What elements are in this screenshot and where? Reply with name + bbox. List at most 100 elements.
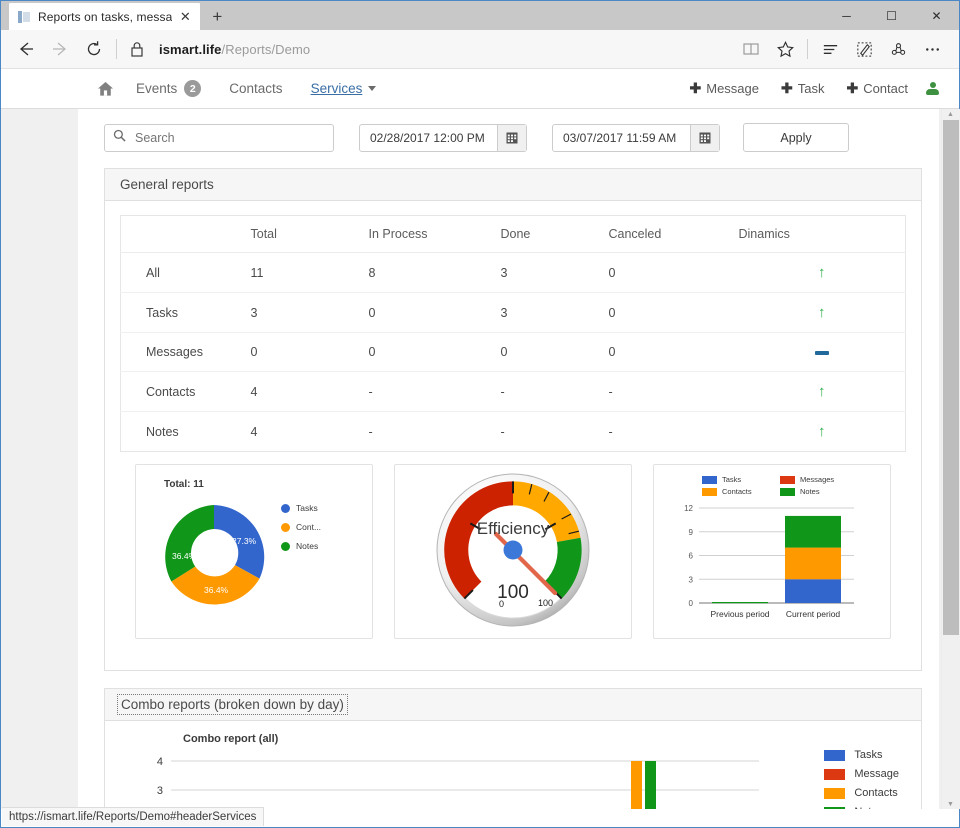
combo-reports-title[interactable]: Combo reports (broken down by day) — [120, 697, 345, 712]
table-body: All 11 8 3 0 ↑ Tasks 3 0 3 — [121, 253, 906, 452]
general-reports-table: Total In Process Done Canceled Dinamics … — [120, 215, 906, 452]
share-icon[interactable] — [881, 32, 915, 66]
search-input[interactable] — [133, 130, 325, 146]
ytick-3: 3 — [689, 575, 694, 584]
legend-item[interactable]: Contacts — [824, 787, 899, 799]
period-bar-legend: Tasks Messages — [702, 475, 862, 499]
calendar-icon[interactable] — [690, 125, 719, 151]
ytick-0: 0 — [689, 599, 694, 608]
table-row[interactable]: All 11 8 3 0 ↑ — [121, 253, 906, 293]
cell-canceled: - — [609, 412, 739, 452]
browser-tab[interactable]: Reports on tasks, messa ✕ — [9, 3, 200, 30]
legend-item[interactable]: Message — [824, 768, 899, 780]
donut-value-tasks: 27.3% — [232, 536, 257, 546]
flat-dash-icon — [815, 351, 829, 355]
add-message-button[interactable]: ✚ Message — [690, 80, 759, 97]
legend-label-notes: Notes — [296, 541, 318, 551]
add-message-label: Message — [706, 81, 759, 96]
favorite-star-icon[interactable] — [768, 32, 802, 66]
cell-canceled: 0 — [609, 253, 739, 293]
ytick-4: 4 — [157, 756, 163, 768]
apply-button[interactable]: Apply — [743, 123, 849, 152]
ytick-3: 3 — [157, 785, 163, 797]
url-text: ismart.life/Reports/Demo — [150, 42, 310, 57]
close-tab-icon[interactable]: ✕ — [176, 8, 194, 26]
legend-item[interactable]: Tasks — [281, 503, 321, 513]
arrow-up-icon: ↑ — [818, 383, 826, 400]
cell-dinamics — [739, 333, 906, 372]
hub-list-icon[interactable] — [813, 32, 847, 66]
scroll-down-icon[interactable]: ▼ — [942, 799, 959, 809]
period-bar-card: Tasks Messages — [653, 464, 891, 639]
donut-chart: 27.3% 36.4% 36.4% — [154, 497, 274, 622]
back-icon[interactable] — [9, 32, 43, 66]
col-done: Done — [501, 216, 609, 253]
legend-row: Contacts Notes — [702, 487, 862, 496]
col-name — [121, 216, 251, 253]
combo-reports-body: Combo report (all) Quantity — [105, 721, 921, 809]
reading-view-icon[interactable] — [734, 32, 768, 66]
add-task-button[interactable]: ✚ Task — [781, 80, 824, 97]
legend-item[interactable]: Tasks — [702, 475, 780, 484]
ytick-12: 12 — [684, 504, 693, 513]
legend-item[interactable]: Contacts — [702, 487, 780, 496]
plus-icon: ✚ — [781, 80, 793, 97]
table-row[interactable]: Tasks 3 0 3 0 ↑ — [121, 293, 906, 333]
legend-label-tasks: Tasks — [854, 749, 882, 761]
maximize-button[interactable]: ☐ — [869, 1, 914, 30]
user-avatar-icon[interactable] — [926, 82, 939, 95]
add-contact-button[interactable]: ✚ Contact — [846, 80, 908, 97]
cell-in-process: 0 — [369, 293, 501, 333]
legend-label-contacts: Contacts — [854, 787, 897, 799]
title-bar: Reports on tasks, messa ✕ + ─ ☐ ✕ — [1, 1, 959, 30]
general-reports-body: Total In Process Done Canceled Dinamics … — [105, 201, 921, 670]
cell-done: 3 — [501, 253, 609, 293]
table-header-row: Total In Process Done Canceled Dinamics — [121, 216, 906, 253]
events-badge: 2 — [184, 80, 201, 97]
table-row[interactable]: Notes 4 - - - ↑ — [121, 412, 906, 452]
gauge-title: Efficiency — [395, 519, 631, 539]
forward-icon[interactable] — [43, 32, 77, 66]
sidebar-item-contacts[interactable]: Contacts — [229, 81, 282, 96]
new-tab-button[interactable]: + — [200, 3, 234, 30]
search-box[interactable] — [104, 124, 334, 152]
cell-done: - — [501, 412, 609, 452]
reload-icon[interactable] — [77, 32, 111, 66]
minimize-button[interactable]: ─ — [824, 1, 869, 30]
combo-chart-legend: Tasks Message Contacts Notes — [824, 749, 899, 809]
efficiency-gauge: 0 100 — [434, 471, 592, 634]
close-window-button[interactable]: ✕ — [914, 1, 959, 30]
sidebar-item-events[interactable]: Events 2 — [136, 80, 201, 97]
table-row[interactable]: Messages 0 0 0 0 — [121, 333, 906, 372]
general-reports-title: General reports — [105, 169, 921, 201]
scroll-up-icon[interactable]: ▲ — [942, 109, 959, 119]
table-row[interactable]: Contacts 4 - - - ↑ — [121, 372, 906, 412]
xtick-previous-period: Previous period — [710, 609, 769, 619]
arrow-up-icon: ↑ — [818, 264, 826, 281]
bar-contacts-day6 — [631, 761, 642, 809]
legend-item[interactable]: Notes — [780, 487, 858, 496]
web-note-icon[interactable] — [847, 32, 881, 66]
scrollbar-thumb[interactable] — [943, 120, 959, 635]
home-icon[interactable] — [97, 81, 114, 97]
legend-item[interactable]: Tasks — [824, 749, 899, 761]
legend-item[interactable]: Notes — [281, 541, 321, 551]
ytick-6: 6 — [689, 552, 694, 561]
legend-item[interactable]: Notes — [824, 806, 899, 809]
cell-dinamics: ↑ — [739, 293, 906, 333]
site-header: Events 2 Contacts Services ✚ Message ✚ T… — [1, 69, 959, 109]
search-icon — [113, 129, 126, 147]
nav-label-services: Services — [311, 81, 363, 96]
gauge-value: 100 — [395, 582, 631, 604]
url-field[interactable]: ismart.life/Reports/Demo — [122, 32, 734, 66]
bar-notes-day6 — [645, 761, 656, 809]
legend-swatch-messages — [780, 476, 795, 484]
calendar-icon[interactable] — [497, 125, 526, 151]
date-to-field[interactable]: 03/07/2017 11:59 AM — [552, 124, 720, 152]
more-options-icon[interactable] — [915, 32, 949, 66]
legend-item[interactable]: Messages — [780, 475, 858, 484]
vertical-scrollbar[interactable]: ▲ ▼ — [941, 109, 958, 809]
sidebar-item-services[interactable]: Services — [311, 81, 377, 96]
legend-item[interactable]: Cont... — [281, 522, 321, 532]
date-from-field[interactable]: 02/28/2017 12:00 PM — [359, 124, 527, 152]
